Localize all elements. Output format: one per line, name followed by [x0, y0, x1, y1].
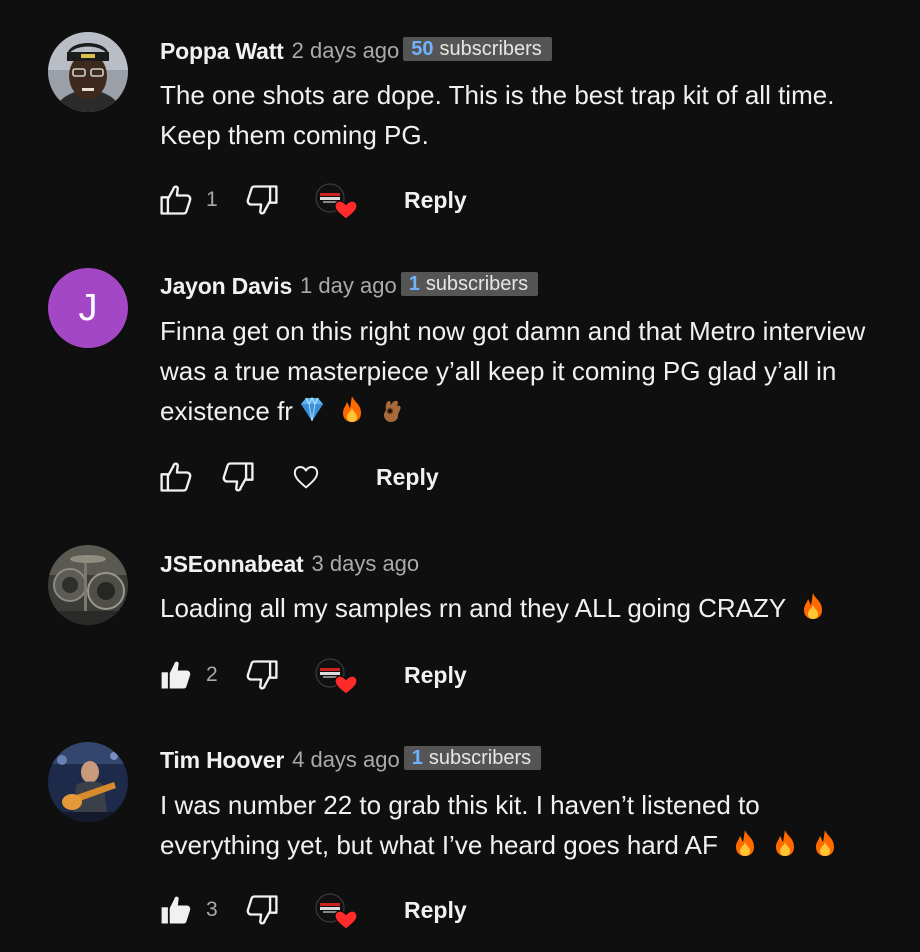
- dislike-button[interactable]: [244, 182, 280, 218]
- subscriber-count: 1: [411, 746, 423, 769]
- author-name[interactable]: Tim Hoover: [160, 747, 284, 774]
- creator-heart-icon: [314, 657, 358, 697]
- fire-emoji: [770, 828, 800, 858]
- dislike-button[interactable]: [244, 657, 280, 693]
- thumbs-down-icon: [244, 892, 280, 928]
- comment-timestamp[interactable]: 4 days ago: [292, 747, 400, 773]
- subscriber-label: subscribers: [425, 272, 529, 295]
- subscriber-badge: 1 subscribers: [400, 272, 539, 296]
- author-name[interactable]: Poppa Watt: [160, 38, 284, 65]
- comment-header: JSEonnabeat 3 days ago: [160, 549, 419, 579]
- comment-text: Loading all my samples rn and they ALL g…: [160, 588, 880, 628]
- comment-text-content: Loading all my samples rn and they ALL g…: [160, 593, 787, 623]
- comment-actions: 2 Reply: [158, 655, 467, 695]
- creator-heart-button[interactable]: [314, 892, 354, 928]
- like-count: 3: [206, 898, 218, 921]
- comment-header: Jayon Davis 1 day ago 1 subscribers: [160, 271, 539, 301]
- dislike-button[interactable]: [220, 459, 256, 495]
- creator-heart-icon: [314, 182, 358, 222]
- avatar[interactable]: [48, 742, 128, 822]
- subscriber-count: 1: [408, 272, 420, 295]
- thumbs-down-icon: [244, 182, 280, 218]
- comment-text-content: The one shots are dope. This is the best…: [160, 80, 835, 150]
- like-button[interactable]: [158, 657, 194, 693]
- subscriber-badge: 50 subscribers: [403, 37, 552, 61]
- creator-heart-button[interactable]: [314, 657, 354, 693]
- comment-actions: 1 Reply: [158, 180, 467, 220]
- comment-text-content: Finna get on this right now got damn and…: [160, 316, 866, 426]
- fire-emoji: [810, 828, 840, 858]
- thumbs-up-icon: [158, 459, 194, 495]
- like-button[interactable]: [158, 892, 194, 928]
- reply-button[interactable]: Reply: [376, 464, 439, 491]
- thumbs-down-icon: [220, 459, 256, 495]
- author-name[interactable]: JSEonnabeat: [160, 551, 304, 578]
- reply-button[interactable]: Reply: [404, 897, 467, 924]
- avatar[interactable]: [48, 545, 128, 625]
- reply-button[interactable]: Reply: [404, 662, 467, 689]
- fire-emoji: [730, 828, 760, 858]
- author-name[interactable]: Jayon Davis: [160, 273, 292, 300]
- reply-button[interactable]: Reply: [404, 187, 467, 214]
- gem-emoji: [297, 394, 327, 424]
- thumbs-up-filled-icon: [158, 657, 194, 693]
- comment-timestamp[interactable]: 3 days ago: [312, 551, 420, 577]
- like-count: 1: [206, 188, 218, 211]
- comment-text: The one shots are dope. This is the best…: [160, 75, 880, 155]
- heart-icon: [290, 461, 322, 493]
- subscriber-badge: 1 subscribers: [403, 746, 542, 770]
- thumbs-up-icon: [158, 182, 194, 218]
- comment-text: I was number 22 to grab this kit. I have…: [160, 785, 880, 865]
- thumbs-down-icon: [244, 657, 280, 693]
- like-button[interactable]: [158, 182, 194, 218]
- fire-emoji: [798, 591, 828, 621]
- dislike-button[interactable]: [244, 892, 280, 928]
- avatar[interactable]: [48, 32, 128, 112]
- thumbs-up-filled-icon: [158, 892, 194, 928]
- comment-actions: Reply: [158, 457, 439, 497]
- comment-header: Poppa Watt 2 days ago 50 subscribers: [160, 36, 552, 66]
- subscriber-count: 50: [411, 37, 434, 60]
- comment-header: Tim Hoover 4 days ago 1 subscribers: [160, 745, 542, 775]
- creator-heart-icon: [314, 892, 358, 932]
- subscriber-label: subscribers: [428, 746, 532, 769]
- subscriber-label: subscribers: [439, 37, 542, 60]
- avatar[interactable]: J: [48, 268, 128, 348]
- fire-emoji: [337, 394, 367, 424]
- comment-actions: 3 Reply: [158, 890, 467, 930]
- comment-timestamp[interactable]: 2 days ago: [292, 38, 400, 64]
- heart-button[interactable]: [288, 459, 324, 495]
- ok-hand-emoji: [377, 394, 407, 424]
- creator-heart-button[interactable]: [314, 182, 354, 218]
- comment-text: Finna get on this right now got damn and…: [160, 311, 880, 431]
- like-count: 2: [206, 663, 218, 686]
- like-button[interactable]: [158, 459, 194, 495]
- avatar-initial: J: [78, 286, 98, 329]
- comment-timestamp[interactable]: 1 day ago: [300, 273, 397, 299]
- comment-text-content: I was number 22 to grab this kit. I have…: [160, 790, 760, 860]
